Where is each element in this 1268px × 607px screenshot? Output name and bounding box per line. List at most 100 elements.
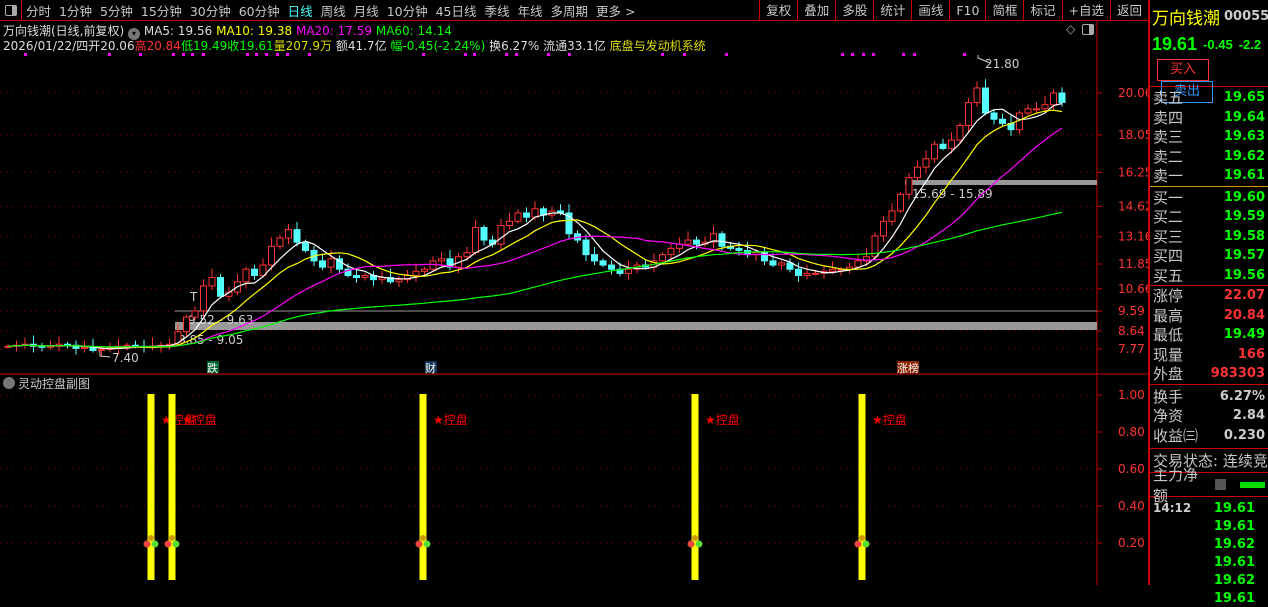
signal-dot <box>172 53 175 56</box>
row-label: 净资 <box>1153 407 1184 426</box>
row-value: 20.84 <box>1223 307 1265 323</box>
signal-dot <box>191 53 194 56</box>
row-value: 19.65 <box>1223 90 1265 106</box>
price-change-pct: -2.2 <box>1238 36 1262 52</box>
row-label: 涨停 <box>1153 287 1184 306</box>
candle-up <box>98 348 105 351</box>
candle-up <box>208 277 216 287</box>
signal-dot <box>464 53 467 56</box>
candle-up <box>463 252 471 258</box>
row-label: 最高 <box>1153 306 1184 325</box>
row-label: 买二 <box>1153 208 1184 227</box>
row-value: 19.61 <box>1223 168 1265 184</box>
candle-down <box>302 241 309 251</box>
row-value: 166 <box>1237 346 1265 362</box>
tick-price: 19.61 <box>1213 554 1255 570</box>
candle-up <box>361 274 369 279</box>
candle-up <box>421 268 428 272</box>
row-label: 卖五 <box>1153 89 1184 108</box>
candle-down <box>353 274 360 279</box>
list-icon[interactable] <box>1215 479 1227 490</box>
candle-up <box>829 268 836 272</box>
ma20-line <box>7 127 1063 348</box>
candle-down <box>735 247 743 251</box>
candle-down <box>523 212 530 218</box>
signal-dot <box>547 53 550 56</box>
signal-dot <box>859 535 865 541</box>
tick-row: 19.62 <box>1150 535 1268 553</box>
price-label: 8.64 <box>1118 324 1145 338</box>
quote-row: 现量 166 <box>1150 345 1268 365</box>
signal-dot <box>851 53 854 56</box>
row-label: 买三 <box>1153 227 1184 246</box>
candle-up <box>497 224 505 245</box>
price-label: 14.62 <box>1118 199 1148 213</box>
candle-up <box>684 239 692 245</box>
candle-down <box>795 268 802 276</box>
signal-dot <box>415 540 423 548</box>
candle-down <box>693 239 700 245</box>
quote-row: 买五 19.56 <box>1150 266 1268 286</box>
quote-row: 涨停 22.07 <box>1150 286 1268 306</box>
price-label: 20.06 <box>1118 86 1148 100</box>
buy-button[interactable]: 买入 <box>1157 59 1209 81</box>
row-label: 最低 <box>1153 326 1184 345</box>
signal-dot <box>963 53 966 56</box>
tick-price: 19.62 <box>1213 572 1255 588</box>
tick-row: 19.62 <box>1150 571 1268 589</box>
row-label: 卖二 <box>1153 147 1184 166</box>
signal-dot <box>202 53 205 56</box>
sub-axis-label: 0.60 <box>1118 462 1145 476</box>
row-value: 22.07 <box>1223 288 1265 304</box>
candle-down <box>939 143 947 149</box>
candle-up <box>191 310 199 318</box>
candle-down <box>480 227 488 241</box>
last-price: 19.61 <box>1152 33 1198 54</box>
row-value: 19.63 <box>1223 129 1265 145</box>
row-value: 19.59 <box>1223 209 1265 225</box>
row-value: 19.62 <box>1223 148 1265 164</box>
candle-up <box>888 210 896 222</box>
candle-up <box>276 237 284 247</box>
sub-axis-label: 0.20 <box>1118 536 1145 550</box>
candle-up <box>625 268 632 274</box>
candle-down <box>769 260 777 266</box>
candle-down <box>582 239 590 256</box>
candle-up <box>1024 108 1032 114</box>
tick-row: 19.61 <box>1150 517 1268 535</box>
signal-dot <box>151 540 159 548</box>
candle-up <box>880 220 887 237</box>
signal-dot <box>872 53 875 56</box>
signal-dot <box>246 53 249 56</box>
candle-up <box>854 260 862 268</box>
candle-down <box>990 112 998 120</box>
candle-down <box>251 268 258 276</box>
stock-code: 000559 <box>1224 8 1268 24</box>
row-value: 6.27% <box>1219 388 1265 404</box>
signal-dot <box>148 535 154 541</box>
signal-dot <box>24 53 27 56</box>
tick-price: 19.62 <box>1213 536 1255 552</box>
candle-up <box>412 270 420 276</box>
price-label: 18.05 <box>1118 128 1148 142</box>
candle-up <box>506 220 513 226</box>
ma5-line <box>7 102 1063 350</box>
signal-label: ★控盘 <box>433 412 468 427</box>
quote-panel: 万向钱潮 000559 19.61 -0.45 -2.2 买入 卖出 卖五19.… <box>1148 0 1268 606</box>
tick-time: 14:12 <box>1153 501 1192 515</box>
signal-dot <box>725 53 728 56</box>
row-label: 买一 <box>1153 188 1184 207</box>
signal-dot <box>913 53 916 56</box>
signal-dot <box>683 53 686 56</box>
candle-down <box>217 277 224 297</box>
subchart-title: 灵动控盘副图 <box>18 376 90 391</box>
zone-bar <box>175 322 1097 330</box>
candle-up <box>438 258 445 262</box>
candle-up <box>268 245 275 266</box>
candle-down <box>982 87 989 114</box>
kline-chart[interactable]: 20.06 18.05 16.25 14.62 13.16 11.85 10.66 9.59 8… <box>0 0 1148 585</box>
tick-price: 19.61 <box>1213 518 1255 534</box>
candle-up <box>395 279 403 283</box>
candle-up <box>965 102 972 126</box>
row-label: 外盘 <box>1153 365 1184 384</box>
